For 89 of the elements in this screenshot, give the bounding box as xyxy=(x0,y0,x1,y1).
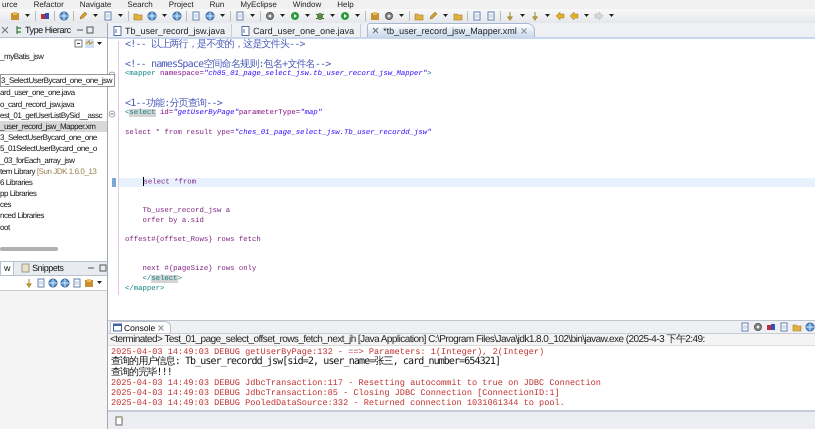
code-line: <!-- namesSpace空间命名规则:包名+文件名--> xyxy=(125,60,331,70)
tree-item[interactable]: o_card_record_jsw.java xyxy=(0,98,74,110)
document-icon xyxy=(21,263,30,274)
view-tab[interactable]: w xyxy=(0,261,14,276)
menu-item[interactable]: Help xyxy=(337,0,354,9)
document-icon[interactable] xyxy=(779,322,789,332)
run-icon[interactable] xyxy=(340,11,350,21)
box-icon[interactable] xyxy=(10,11,20,21)
console-header: <terminated> Test_01_page_select_offset_rows_fetch_next_jh [Java Application] C:\Program Files\Java\jdk1.8.0_102\bin\javaw.exe (2025-4-3 下午2:49: xyxy=(108,334,815,346)
globe-icon[interactable] xyxy=(48,278,58,288)
menu-item[interactable]: Project xyxy=(168,0,194,9)
tree-item[interactable]: 5_01SelectUserBycard_one_o xyxy=(0,143,97,154)
view-tab[interactable]: Snippets xyxy=(18,262,66,275)
tree-item[interactable]: _user_record_jsw_Mapper.xm xyxy=(0,120,107,132)
gear-icon[interactable] xyxy=(265,11,275,21)
menu-item[interactable]: urce xyxy=(2,0,18,9)
cubes-icon[interactable] xyxy=(40,11,50,21)
document-icon[interactable] xyxy=(103,11,113,21)
horizontal-scrollbar[interactable] xyxy=(0,246,58,251)
box-icon[interactable] xyxy=(370,11,380,21)
close-icon[interactable] xyxy=(0,25,10,35)
tree-item[interactable]: 6 Libraries xyxy=(0,176,32,188)
document-icon[interactable] xyxy=(191,11,201,21)
console-icon xyxy=(113,323,122,332)
collapse-all-icon[interactable] xyxy=(74,39,83,48)
hierarchy-icon xyxy=(15,25,23,35)
globe-icon[interactable] xyxy=(805,322,815,332)
tree-item[interactable]: ard_user_one_one.java xyxy=(0,87,75,99)
run-icon[interactable] xyxy=(290,11,300,21)
tree-item[interactable]: _myBatis_jsw xyxy=(0,51,44,62)
text-cursor xyxy=(142,176,144,186)
pencil-icon[interactable] xyxy=(428,11,438,21)
pencil-icon[interactable] xyxy=(78,11,88,21)
folder-icon[interactable] xyxy=(414,11,424,21)
tree-item[interactable]: tem Library xyxy=(0,166,36,176)
menu-item[interactable]: Refactor xyxy=(34,0,64,9)
cubes-icon[interactable] xyxy=(766,322,776,332)
globe-icon[interactable] xyxy=(172,11,182,21)
menu-item[interactable]: Run xyxy=(210,0,224,9)
gear-icon[interactable] xyxy=(753,322,763,332)
globe-icon[interactable] xyxy=(59,11,69,21)
tooltip: 3_SelectUserBycard_one_one_jsw xyxy=(0,74,116,88)
java-file-icon xyxy=(113,26,122,36)
editor-tab[interactable]: *tb_user_record_jsw_Mapper.xml xyxy=(367,23,535,37)
java-file-icon xyxy=(241,26,250,36)
maximize-icon[interactable] xyxy=(86,25,94,35)
close-icon[interactable] xyxy=(371,26,380,35)
tree-item[interactable]: nced Libraries xyxy=(0,210,44,222)
tree-item[interactable]: oot xyxy=(0,222,10,233)
console-line: 2025-04-03 14:49:03 DEBUG JdbcTransaction:85 - Closing JDBC Connection [ConnectionID:1] xyxy=(111,388,561,398)
tree-item[interactable]: est_01_getUserListBySid__assc xyxy=(0,110,102,121)
menu-item[interactable]: Search xyxy=(127,0,153,9)
folder-icon[interactable] xyxy=(792,322,802,332)
console-line: 2025-04-03 14:49:03 DEBUG JdbcTransaction:117 - Resetting autocommit to true on JDBC Connection xyxy=(111,378,602,388)
console-line: 2025-04-03 14:49:03 DEBUG PooledDataSource:332 - Returned connection 1031061344 to pool. xyxy=(111,398,566,408)
bug-icon[interactable] xyxy=(315,11,325,21)
document-icon[interactable] xyxy=(472,11,482,21)
tree-item[interactable]: pp Libraries xyxy=(0,188,36,200)
editor-tab[interactable]: Card_user_one_one.java xyxy=(238,24,362,37)
code-line: <1--功能:分页查询--> xyxy=(125,98,222,108)
fold-icon[interactable] xyxy=(108,110,116,118)
document-icon[interactable] xyxy=(72,278,82,288)
menu-item[interactable]: Navigate xyxy=(80,0,112,9)
globe-icon[interactable] xyxy=(205,11,215,21)
maximize-icon[interactable] xyxy=(99,263,107,274)
tree-item[interactable]: ces xyxy=(0,199,12,210)
code-line: <!-- 以上两行，是不变的，这是文件头--> xyxy=(125,40,305,52)
document-icon[interactable] xyxy=(36,278,46,288)
globe-icon[interactable] xyxy=(147,11,157,21)
folder-icon[interactable] xyxy=(453,11,463,21)
tree-item[interactable]: 3_SelectUserBycard_one_one xyxy=(0,132,97,144)
console-line: 查询的完毕!!! xyxy=(111,368,173,378)
gear-icon[interactable] xyxy=(384,11,394,21)
console-tab[interactable]: Console xyxy=(110,321,172,333)
document-icon[interactable] xyxy=(486,11,496,21)
close-icon[interactable] xyxy=(157,324,166,332)
close-icon[interactable] xyxy=(520,26,528,34)
console-line: 查询的用户信息: Tb_user_recordd_jsw[sid=2, user_name=张三, card_number=654321] xyxy=(111,357,500,367)
menu-item[interactable]: Window xyxy=(292,0,322,9)
new-document-icon[interactable] xyxy=(114,416,124,426)
menu-item[interactable]: MyEclipse xyxy=(240,0,277,9)
console-line: 2025-04-03 14:49:03 DEBUG getUserByPage:132 - ==> Parameters: 1(Integer), 2(Integer) xyxy=(111,347,546,357)
folder-icon[interactable] xyxy=(133,11,143,21)
tree-item[interactable]: _03_forEach_array_jsw xyxy=(0,154,75,166)
globe-icon[interactable] xyxy=(60,278,70,288)
document-icon[interactable] xyxy=(740,322,750,332)
document-icon[interactable] xyxy=(235,11,245,21)
tree-item-decoration: [Sun JDK 1.6.0_13 xyxy=(36,166,96,176)
editor-tab[interactable]: Tb_user_record_jsw.java xyxy=(110,24,232,37)
